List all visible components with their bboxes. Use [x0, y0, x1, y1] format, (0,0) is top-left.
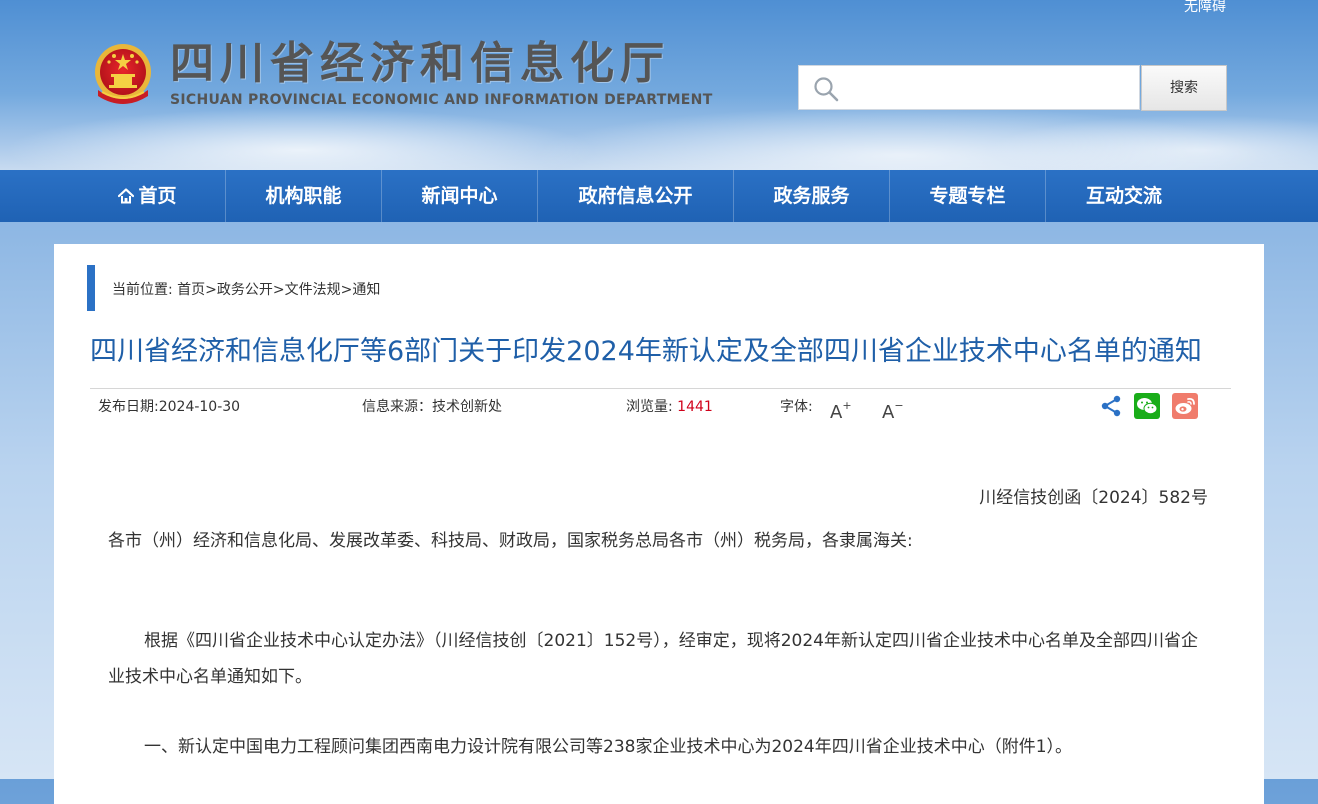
publish-date-value: 2024-10-30	[158, 399, 241, 415]
breadcrumb-documents[interactable]: 文件法规	[285, 282, 341, 298]
title-divider	[90, 388, 1231, 389]
view-count: 浏览量: 1441	[626, 398, 713, 416]
national-emblem-icon	[95, 44, 151, 104]
nav-item-home[interactable]: 首页	[70, 170, 226, 222]
breadcrumb-prefix: 当前位置:	[112, 282, 173, 298]
search-icon	[814, 77, 839, 102]
accessibility-link[interactable]: 无障碍	[1184, 0, 1226, 16]
site-title-english: SICHUAN PROVINCIAL ECONOMIC AND INFORMAT…	[170, 92, 713, 108]
weibo-icon[interactable]	[1172, 393, 1198, 419]
share-icon[interactable]	[1098, 393, 1124, 419]
breadcrumb: 当前位置: 首页>政务公开>文件法规>通知	[112, 281, 380, 299]
publish-date: 发布日期:2024-10-30	[98, 398, 240, 416]
nav-item-news[interactable]: 新闻中心	[382, 170, 538, 222]
article-paragraph-2: 一、新认定中国电力工程顾问集团西南电力设计院有限公司等238家企业技术中心为20…	[144, 737, 1073, 757]
home-icon	[118, 188, 135, 204]
info-source: 信息来源：技术创新处	[362, 398, 502, 416]
breadcrumb-home[interactable]: 首页	[177, 282, 205, 298]
font-decrease-button[interactable]: A−	[882, 397, 904, 424]
article-paragraph-1: 根据《四川省企业技术中心认定办法》（川经信技创〔2021〕152号），经审定，现…	[108, 631, 1198, 687]
article-recipients: 各市（州）经济和信息化局、发展改革委、科技局、财政局，国家税务总局各市（州）税务…	[108, 531, 913, 551]
nav-item-services[interactable]: 政务服务	[734, 170, 890, 222]
nav-item-gov-info[interactable]: 政府信息公开	[538, 170, 734, 222]
info-source-value: 技术创新处	[432, 399, 502, 415]
view-count-label: 浏览量:	[626, 399, 673, 415]
wechat-icon[interactable]	[1134, 393, 1160, 419]
article-title: 四川省经济和信息化厅等6部门关于印发2024年新认定及全部四川省企业技术中心名单…	[90, 336, 1202, 367]
nav-item-label: 首页	[138, 185, 177, 207]
search-button[interactable]: 搜索	[1141, 65, 1227, 111]
nav-item-topics[interactable]: 专题专栏	[890, 170, 1046, 222]
font-size-label: 字体:	[780, 399, 813, 415]
breadcrumb-separator: >	[272, 282, 285, 298]
search-input[interactable]	[849, 74, 1133, 104]
view-count-value: 1441	[677, 399, 713, 415]
nav-item-functions[interactable]: 机构职能	[226, 170, 382, 222]
document-number: 川经信技创函〔2024〕582号	[979, 488, 1208, 508]
font-increase-button[interactable]: A+	[830, 397, 852, 424]
info-source-label: 信息来源：	[362, 399, 432, 415]
breadcrumb-accent	[87, 265, 95, 311]
breadcrumb-separator: >	[340, 282, 353, 298]
search-box	[798, 65, 1140, 110]
breadcrumb-gov-affairs[interactable]: 政务公开	[217, 282, 273, 298]
publish-date-label: 发布日期:	[98, 399, 159, 415]
site-title: 四川省经济和信息化厅	[170, 38, 670, 89]
main-nav: 首页 机构职能 新闻中心 政府信息公开 政务服务 专题专栏 互动交流	[0, 170, 1318, 222]
site-header: 无障碍 四川省经济和信息化厅 SICHUAN PROVINCIAL ECONOM…	[0, 0, 1318, 170]
breadcrumb-separator: >	[205, 282, 217, 298]
breadcrumb-notices[interactable]: 通知	[352, 282, 380, 298]
nav-item-interaction[interactable]: 互动交流	[1046, 170, 1202, 222]
